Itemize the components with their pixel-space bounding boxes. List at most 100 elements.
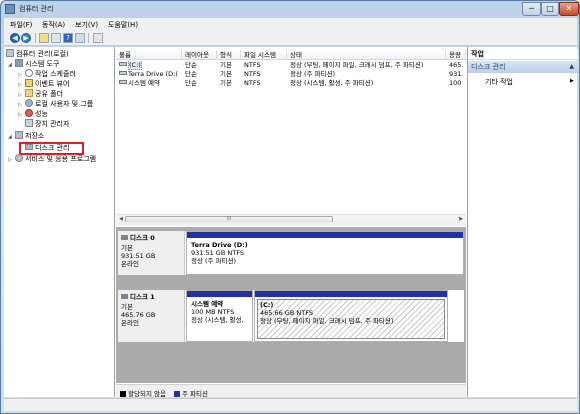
maximize-button[interactable]: □: [541, 2, 559, 16]
disk-state: 온라인: [121, 319, 139, 327]
status-cell: 정상 (주 파티션): [290, 70, 336, 78]
partition-block-selected[interactable]: (C:) 465.66 GB NTFS 정상 (부팅, 페이지 파일, 크래시 …: [254, 290, 448, 342]
close-button[interactable]: ✕: [559, 2, 579, 16]
status-bar: [4, 398, 577, 411]
partition-info: Terra Drive (D:) 931.51 GB NTFS 정상 (주 파티…: [189, 240, 461, 272]
collapse-up-icon[interactable]: ▲: [569, 61, 574, 73]
disk-icon: [121, 294, 128, 299]
window: 컴퓨터 관리 ─ □ ✕ 파일(F) 동작(A) 보기(V) 도움말(H) ◀ …: [0, 0, 580, 414]
disk-size: 931.51 GB: [121, 252, 156, 260]
expand-arrow-icon[interactable]: ▷: [18, 110, 25, 120]
volume-cell: 시스템 예약: [116, 79, 182, 88]
volume-row[interactable]: (C:) 단순 기본 NTFS 정상 (부팅, 페이지 파일, 크래시 덤프, …: [116, 61, 466, 70]
partition-status: 정상 (주 파티션): [191, 257, 237, 265]
submenu-arrow-icon: ▶: [570, 78, 574, 84]
partition-size: 465.66 GB NTFS: [260, 309, 313, 317]
actions-header: 작업: [468, 49, 578, 60]
column-header-status[interactable]: 상태: [287, 50, 446, 60]
tree-item-performance[interactable]: ▷ 성능: [18, 109, 48, 119]
disk-icon: [121, 235, 128, 240]
device-manager-icon: [25, 119, 33, 127]
layout-cell: 단순: [185, 70, 197, 78]
tree-item-shared-folders[interactable]: ▷ 공유 폴더: [18, 89, 63, 99]
column-header-layout[interactable]: 레이아웃: [182, 50, 217, 60]
partition-info: (C:) 465.66 GB NTFS 정상 (부팅, 페이지 파일, 크래시 …: [257, 299, 445, 339]
legend-swatch-primary: [174, 391, 180, 397]
filesystem-cell: NTFS: [244, 70, 261, 78]
tree-item-system-tools[interactable]: ◢ 시스템 도구: [8, 59, 59, 69]
action-label: 기타 작업: [485, 78, 513, 86]
volume-icon: [119, 71, 127, 75]
performance-icon: [25, 109, 33, 117]
capacity-cell: 931.: [449, 70, 464, 78]
partition-info: 시스템 예약 100 MB NTFS 정상 (시스템, 활성,: [189, 299, 250, 339]
volume-icon: [119, 80, 127, 84]
type-cell: 기본: [220, 70, 232, 78]
volume-name: 시스템 예약: [128, 79, 160, 87]
tree-item-device-manager[interactable]: 장치 관리자: [25, 119, 69, 129]
tree-item-event-viewer[interactable]: ▷ 이벤트 뷰어: [18, 79, 69, 89]
disk-label: 디스크 0 기본 931.51 GB 온라인: [118, 231, 185, 275]
tree-item-storage[interactable]: ◢ 저장소: [8, 131, 44, 141]
volume-name: (C:): [128, 61, 142, 70]
partition-block[interactable]: Terra Drive (D:) 931.51 GB NTFS 정상 (주 파티…: [186, 231, 464, 275]
show-tree-icon[interactable]: [51, 33, 61, 43]
primary-partition-bar: [255, 291, 447, 297]
actions-pane: 작업 디스크 관리 ▲ 기타 작업 ▶: [467, 47, 578, 397]
action-more-actions[interactable]: 기타 작업 ▶: [485, 77, 574, 87]
tools-icon: [15, 59, 23, 67]
filesystem-cell: NTFS: [244, 61, 261, 69]
column-header-volume[interactable]: 볼륨: [116, 50, 182, 60]
back-icon[interactable]: ◀: [10, 33, 20, 43]
up-level-icon[interactable]: [39, 33, 49, 43]
expand-arrow-icon[interactable]: ▷: [8, 155, 15, 165]
disk-type: 기본: [121, 303, 133, 311]
status-cell: 정상 (시스템, 활성, 주 파티션): [290, 79, 374, 87]
pane-splitter[interactable]: [116, 222, 466, 226]
tree-item-root[interactable]: 컴퓨터 관리(로컬): [6, 49, 69, 59]
menu-action[interactable]: 동작(A): [42, 20, 65, 30]
tree-item-services[interactable]: ▷ 서비스 및 응용 프로그램: [8, 154, 96, 164]
volume-cell: Terra Drive (D:): [116, 70, 182, 79]
actions-section-label: 디스크 관리: [471, 63, 506, 71]
actions-section-disk-management[interactable]: 디스크 관리 ▲: [468, 61, 578, 73]
disk-row[interactable]: 디스크 1 기본 465.76 GB 온라인 시스템 예약 100 MB NTF…: [118, 290, 464, 342]
filesystem-cell: NTFS: [244, 79, 261, 87]
tree-item-task-scheduler[interactable]: ▷ 작업 스케줄러: [18, 69, 76, 79]
shared-folder-icon: [25, 89, 33, 97]
forward-icon[interactable]: ▶: [21, 33, 31, 43]
partition-block[interactable]: 시스템 예약 100 MB NTFS 정상 (시스템, 활성,: [186, 290, 253, 342]
menu-file[interactable]: 파일(F): [10, 20, 32, 30]
column-header-type[interactable]: 형식: [217, 50, 241, 60]
minimize-button[interactable]: ─: [522, 2, 541, 16]
disk-row[interactable]: 디스크 0 기본 931.51 GB 온라인 Terra Drive (D:) …: [118, 231, 464, 275]
column-header-capacity[interactable]: 용량: [446, 50, 466, 60]
help-icon[interactable]: ?: [63, 33, 73, 43]
menu-help[interactable]: 도움말(H): [108, 20, 138, 30]
partition-name: 시스템 예약: [191, 300, 224, 308]
view-icon[interactable]: [75, 33, 85, 43]
disk-graph-view: 디스크 0 기본 931.51 GB 온라인 Terra Drive (D:) …: [116, 227, 466, 383]
volume-list-header: 볼륨 레이아웃 형식 파일 시스템 상태 용량: [116, 50, 466, 60]
volume-row[interactable]: Terra Drive (D:) 단순 기본 NTFS 정상 (주 파티션) 9…: [116, 70, 466, 79]
partition-status: 정상 (부팅, 페이지 파일, 크래시 덤프, 주 파티션): [260, 317, 394, 325]
tree-label: 성능: [35, 110, 48, 118]
toolbar-separator: [35, 33, 36, 43]
users-icon: [25, 99, 33, 107]
title-bar: 컴퓨터 관리 ─ □ ✕: [1, 1, 579, 17]
tree-item-local-users[interactable]: ▷ 로컬 사용자 및 그룹: [18, 99, 93, 109]
disk-label: 디스크 1 기본 465.76 GB 온라인: [118, 290, 185, 342]
collapse-arrow-icon[interactable]: ◢: [8, 60, 15, 70]
primary-partition-bar: [187, 291, 252, 297]
tree-label: 작업 스케줄러: [35, 70, 76, 78]
tree-label: 컴퓨터 관리(로컬): [16, 50, 69, 58]
collapse-arrow-icon[interactable]: ◢: [8, 132, 15, 142]
menu-view[interactable]: 보기(V): [75, 20, 98, 30]
volume-cell: (C:): [116, 61, 182, 70]
storage-icon: [15, 131, 23, 139]
properties-icon[interactable]: [93, 33, 103, 43]
column-header-filesystem[interactable]: 파일 시스템: [241, 50, 287, 60]
volume-row[interactable]: 시스템 예약 단순 기본 NTFS 정상 (시스템, 활성, 주 파티션) 10…: [116, 79, 466, 88]
computer-icon: [6, 49, 14, 57]
capacity-cell: 100: [449, 79, 462, 87]
